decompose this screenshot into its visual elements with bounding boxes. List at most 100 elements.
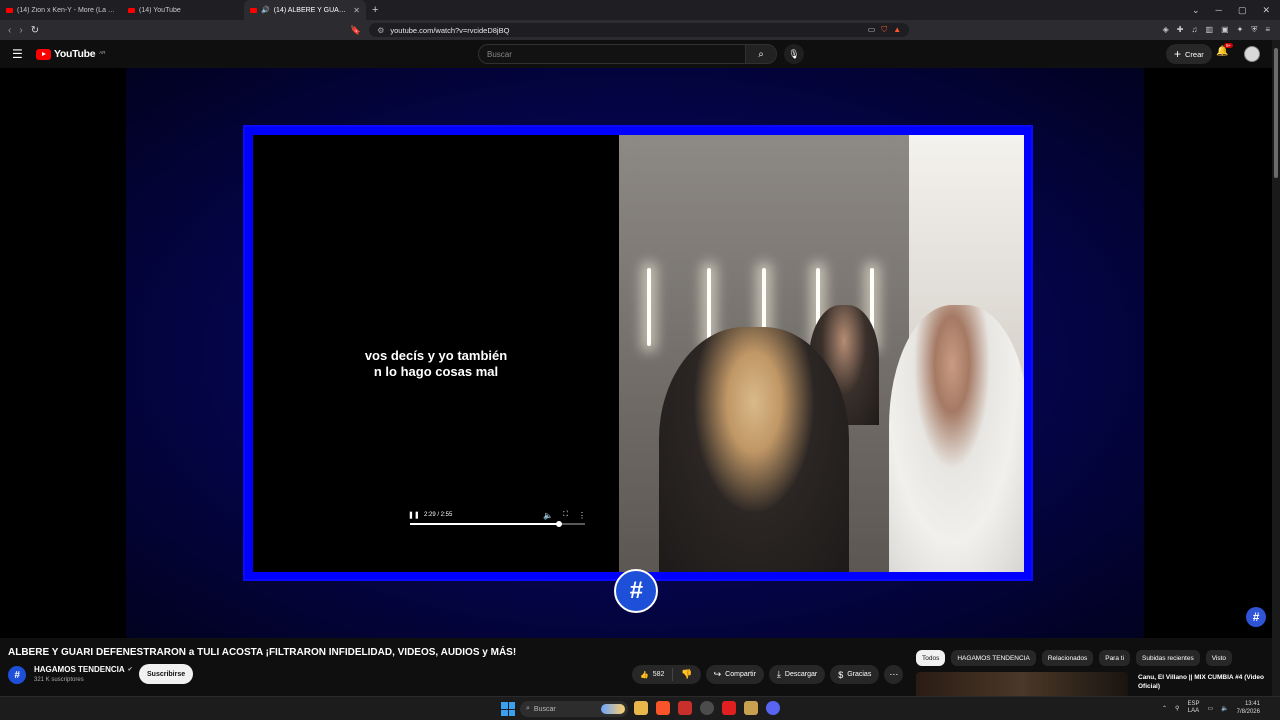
game-launcher-icon[interactable]	[744, 701, 758, 715]
youtube-logo[interactable]: YouTube AR	[36, 48, 106, 60]
time-display: 2:29 / 2:55	[424, 512, 453, 518]
browser-tab-active[interactable]: 🔊 (14) ALBERE Y GUARI DEFENES... ✕	[244, 0, 366, 20]
cast-icon[interactable]: ▭	[868, 25, 876, 35]
browser-tab[interactable]: (14) Zion x Ken-Y - More (La Formula...	[0, 0, 122, 20]
close-window-icon[interactable]: ✕	[1262, 5, 1270, 16]
like-button[interactable]: 👍 582	[632, 668, 674, 681]
reload-icon[interactable]: ↻	[31, 25, 39, 36]
windows-start-icon[interactable]	[501, 702, 515, 716]
more-horizontal-icon: ⋯	[889, 669, 899, 679]
create-button[interactable]: + Crear	[1166, 44, 1212, 64]
download-label: Descargar	[784, 671, 818, 678]
subscribe-button[interactable]: Suscribirse	[139, 664, 194, 684]
brave-browser-icon[interactable]	[656, 701, 670, 715]
scrollbar-thumb[interactable]	[1274, 48, 1278, 178]
language-code: ESP	[1187, 701, 1200, 707]
channel-name-row[interactable]: HAGAMOS TENDENCIA ✔	[34, 665, 133, 674]
back-icon[interactable]: ‹	[8, 25, 11, 36]
related-video-title[interactable]: Canu, El Villano || MIX CUMBIA #4 (Video…	[1138, 673, 1268, 691]
site-info-icon[interactable]: ⚙	[377, 26, 384, 35]
vpn-icon[interactable]: ⛨	[1251, 25, 1257, 35]
taskbar-search[interactable]: ⌕ Buscar	[520, 701, 628, 717]
tab-title: (14) YouTube	[139, 6, 181, 14]
chip-channel[interactable]: HAGAMOS TENDENCIA	[951, 650, 1036, 666]
more-actions-button[interactable]: ⋯	[884, 665, 904, 684]
maximize-icon[interactable]: ▢	[1238, 5, 1247, 16]
brave-shields-icon[interactable]: ⛉	[881, 25, 887, 35]
discord-icon[interactable]	[766, 701, 780, 715]
chip-para-ti[interactable]: Para ti	[1099, 650, 1131, 666]
chip-subidas-recientes[interactable]: Subidas recientes	[1136, 650, 1200, 666]
dislike-button[interactable]: 👎	[673, 669, 700, 680]
like-dislike-group: 👍 582 👎	[632, 665, 701, 684]
search-button[interactable]: ⌕	[745, 44, 777, 64]
thumbs-up-icon: 👍	[640, 671, 649, 679]
chip-todos[interactable]: Todos	[916, 650, 946, 666]
media-icon[interactable]: ♫	[1192, 25, 1198, 35]
youtube-favicon-icon	[128, 7, 135, 13]
fullscreen-icon[interactable]: ⛶	[563, 511, 568, 519]
progress-scrubber[interactable]	[555, 521, 562, 527]
voice-search-button[interactable]: 🎙	[784, 44, 804, 64]
taskbar-search-placeholder: Buscar	[533, 705, 556, 713]
extensions-puzzle-icon[interactable]: ✚	[1177, 25, 1184, 35]
notifications-button[interactable]: 🔔 9+	[1216, 43, 1234, 57]
chrome-icon[interactable]	[700, 701, 714, 715]
notification-badge: 9+	[1224, 43, 1234, 48]
speaker-icon[interactable]: 🔈	[1221, 705, 1228, 712]
chevron-up-icon[interactable]: ⌃	[1162, 705, 1167, 712]
tab-search-icon[interactable]: ⌄	[1192, 5, 1200, 16]
sidebar-icon[interactable]: ▥	[1206, 25, 1214, 35]
video-player[interactable]: vos decís y yo también n lo hago cosas m…	[0, 68, 1272, 638]
guide-menu-icon[interactable]: ☰	[12, 47, 28, 61]
related-video-thumbnail[interactable]	[916, 672, 1128, 696]
microphone-icon: 🎙	[788, 48, 800, 59]
channel-name[interactable]: HAGAMOS TENDENCIA	[34, 665, 125, 674]
new-tab-button[interactable]: +	[366, 4, 384, 16]
person	[889, 305, 1024, 572]
close-tab-icon[interactable]: ✕	[353, 6, 360, 15]
forward-icon[interactable]: ›	[19, 25, 22, 36]
system-tray: ⌃ ⚲ ESP LAA ▭ 🔈 13:41 7/8/2026	[1162, 700, 1260, 716]
verified-icon: ✔	[127, 667, 133, 673]
more-options-icon[interactable]: ⋮	[578, 511, 586, 520]
thanks-icon: $	[838, 669, 844, 680]
page-scrollbar[interactable]	[1272, 40, 1280, 696]
wallet-icon[interactable]: ▣	[1221, 25, 1229, 35]
download-button[interactable]: ⤓ Descargar	[768, 665, 826, 684]
volume-icon[interactable]: 🔈	[543, 511, 553, 520]
brave-rewards-icon[interactable]: ▲	[893, 25, 901, 35]
tab-title: (14) ALBERE Y GUARI DEFENES...	[273, 6, 350, 14]
channel-watermark-icon[interactable]: #	[1246, 607, 1266, 627]
file-explorer-icon[interactable]	[634, 701, 648, 715]
browser-tab-bar: (14) Zion x Ken-Y - More (La Formula... …	[0, 0, 1280, 20]
bookmark-icon[interactable]: 🔖	[350, 25, 361, 36]
location-icon[interactable]: ⚲	[1175, 705, 1179, 712]
calendar-app-icon[interactable]	[678, 701, 692, 715]
caption-line: vos decís y yo también	[364, 348, 508, 363]
address-bar[interactable]: ⚙ youtube.com/watch?v=rvcideD8jBQ ▭ ⛉ ▲	[369, 23, 910, 37]
channel-avatar[interactable]: #	[8, 666, 26, 684]
extension-icon[interactable]: ◈	[1163, 25, 1169, 35]
leo-icon[interactable]: ✦	[1237, 25, 1244, 35]
chip-visto[interactable]: Visto	[1205, 650, 1233, 666]
avatar[interactable]	[1244, 46, 1260, 62]
browser-tab[interactable]: (14) YouTube	[122, 0, 244, 20]
like-count: 582	[652, 671, 665, 678]
thanks-button[interactable]: $ Gracias	[830, 665, 880, 684]
app-icon[interactable]	[722, 701, 736, 715]
chip-relacionados[interactable]: Relacionados	[1041, 650, 1094, 666]
system-clock[interactable]: 13:41 7/8/2026	[1237, 700, 1260, 716]
search-box[interactable]	[478, 44, 746, 64]
search-input[interactable]	[487, 49, 745, 59]
network-icon[interactable]: ▭	[1207, 705, 1213, 712]
search-icon: ⌕	[758, 48, 764, 60]
extensions-area: ◈ ✚ ♫ ▥ ▣ ✦ ⛨ ≡	[1163, 25, 1280, 35]
menu-icon[interactable]: ≡	[1265, 25, 1270, 35]
video-caption: vos decís y yo también n lo hago cosas m…	[253, 348, 619, 380]
minimize-icon[interactable]: ─	[1216, 5, 1222, 16]
share-button[interactable]: ↪ Compartir	[705, 665, 764, 684]
pause-icon[interactable]: ❚❚	[408, 511, 420, 519]
progress-bar[interactable]	[410, 521, 585, 527]
input-language[interactable]: ESP LAA	[1187, 701, 1199, 715]
